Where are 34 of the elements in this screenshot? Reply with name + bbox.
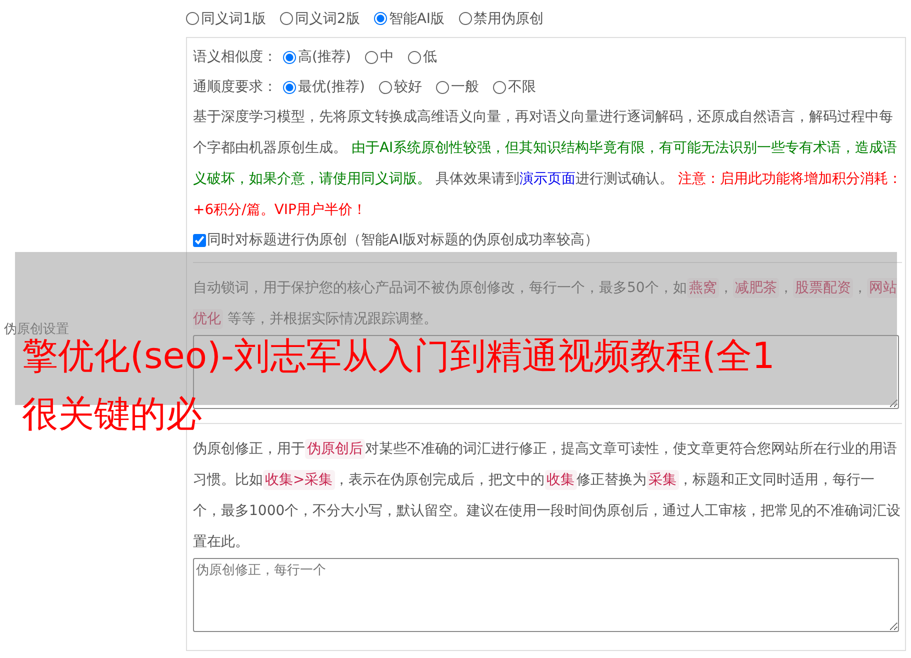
radio-button[interactable] bbox=[280, 12, 293, 25]
radio-label[interactable]: 同义词2版 bbox=[294, 10, 360, 28]
section-label: 伪原创设置 bbox=[4, 321, 69, 338]
description-text: 基于深度学习模型，先将原文转换成高维语义向量，再对语义向量进行逐词解码，还原成自然语言，解码过程中每个字都由机器原创生成。 由于AI系统原创性较强，但其知识结构毕竟有限，有可能无法识别一些专有术语，造成语义破坏，如果介意，请使用同义词版。 具体效果请到演示页面进行测试确认。 注意：启用此功能将增加积分消耗：+6积分/篇。VIP用户半价！ bbox=[193, 108, 902, 220]
checkbox[interactable] bbox=[193, 234, 206, 246]
radio-label[interactable]: 一般 bbox=[450, 78, 479, 96]
corrections-field[interactable]: 伪原创修正，每行一个 bbox=[193, 558, 899, 632]
radio-label[interactable]: 高(推荐) bbox=[298, 48, 351, 66]
radio-button[interactable] bbox=[436, 80, 449, 94]
radio-label[interactable]: 最优(推荐) bbox=[298, 78, 365, 96]
radio-button[interactable] bbox=[408, 50, 421, 64]
radio-label[interactable]: 同义词1版 bbox=[201, 10, 266, 28]
radio-button[interactable] bbox=[283, 80, 296, 94]
radio-label[interactable]: 低 bbox=[422, 48, 437, 66]
lock-words-description: 自动锁词，用于保护您的核心产品词不被伪原创修改，每行一个，最多50个，如 燕窝，减肥茶，股票配资，网站优化 等等，并根据实际情况跟踪调整。 bbox=[193, 277, 898, 331]
overlay-text: 很关键的必 bbox=[22, 394, 202, 435]
radio-button[interactable] bbox=[283, 50, 296, 64]
radio-button[interactable] bbox=[458, 12, 472, 25]
radio-label[interactable]: 较好 bbox=[394, 78, 422, 96]
corrections-description: 伪原创修正，用于伪原创后对某些不准确的词汇进行修正，提高文章可读性，使文章更符合您网站所在行业的用语习惯。比如 收集>采集，表示在伪原创完成后，把文中的 收集修正替换为 采集，标题和正文同时适用，每行一个，最多1000个，不分大小写，默认留空。建议在使用一段时间伪原创后，通过人工审核，把常见的不准确词汇设置在此。 bbox=[193, 438, 902, 552]
field-label: 语义相似度： bbox=[193, 48, 277, 66]
radio-button[interactable] bbox=[364, 50, 378, 64]
radio-label[interactable]: 智能AI版 bbox=[388, 10, 445, 28]
radio-button[interactable] bbox=[374, 12, 387, 25]
radio-label[interactable]: 不限 bbox=[508, 78, 536, 96]
overlay-text: 擎优化(seo)-刘志军从入门到精通视频教程(全1 bbox=[22, 336, 775, 377]
radio-button[interactable] bbox=[378, 80, 392, 94]
radio-button[interactable] bbox=[492, 80, 506, 94]
demo-link[interactable]: 演示页面 bbox=[519, 171, 576, 187]
radio-label[interactable]: 禁用伪原创 bbox=[474, 10, 544, 28]
checkbox-label[interactable]: 同时对标题进行伪原创（智能AI版对标题的伪原创成功率较高） bbox=[207, 231, 599, 249]
radio-button[interactable] bbox=[186, 12, 199, 25]
radio-label[interactable]: 中 bbox=[380, 48, 394, 66]
field-label: 通顺度要求： bbox=[193, 78, 277, 96]
